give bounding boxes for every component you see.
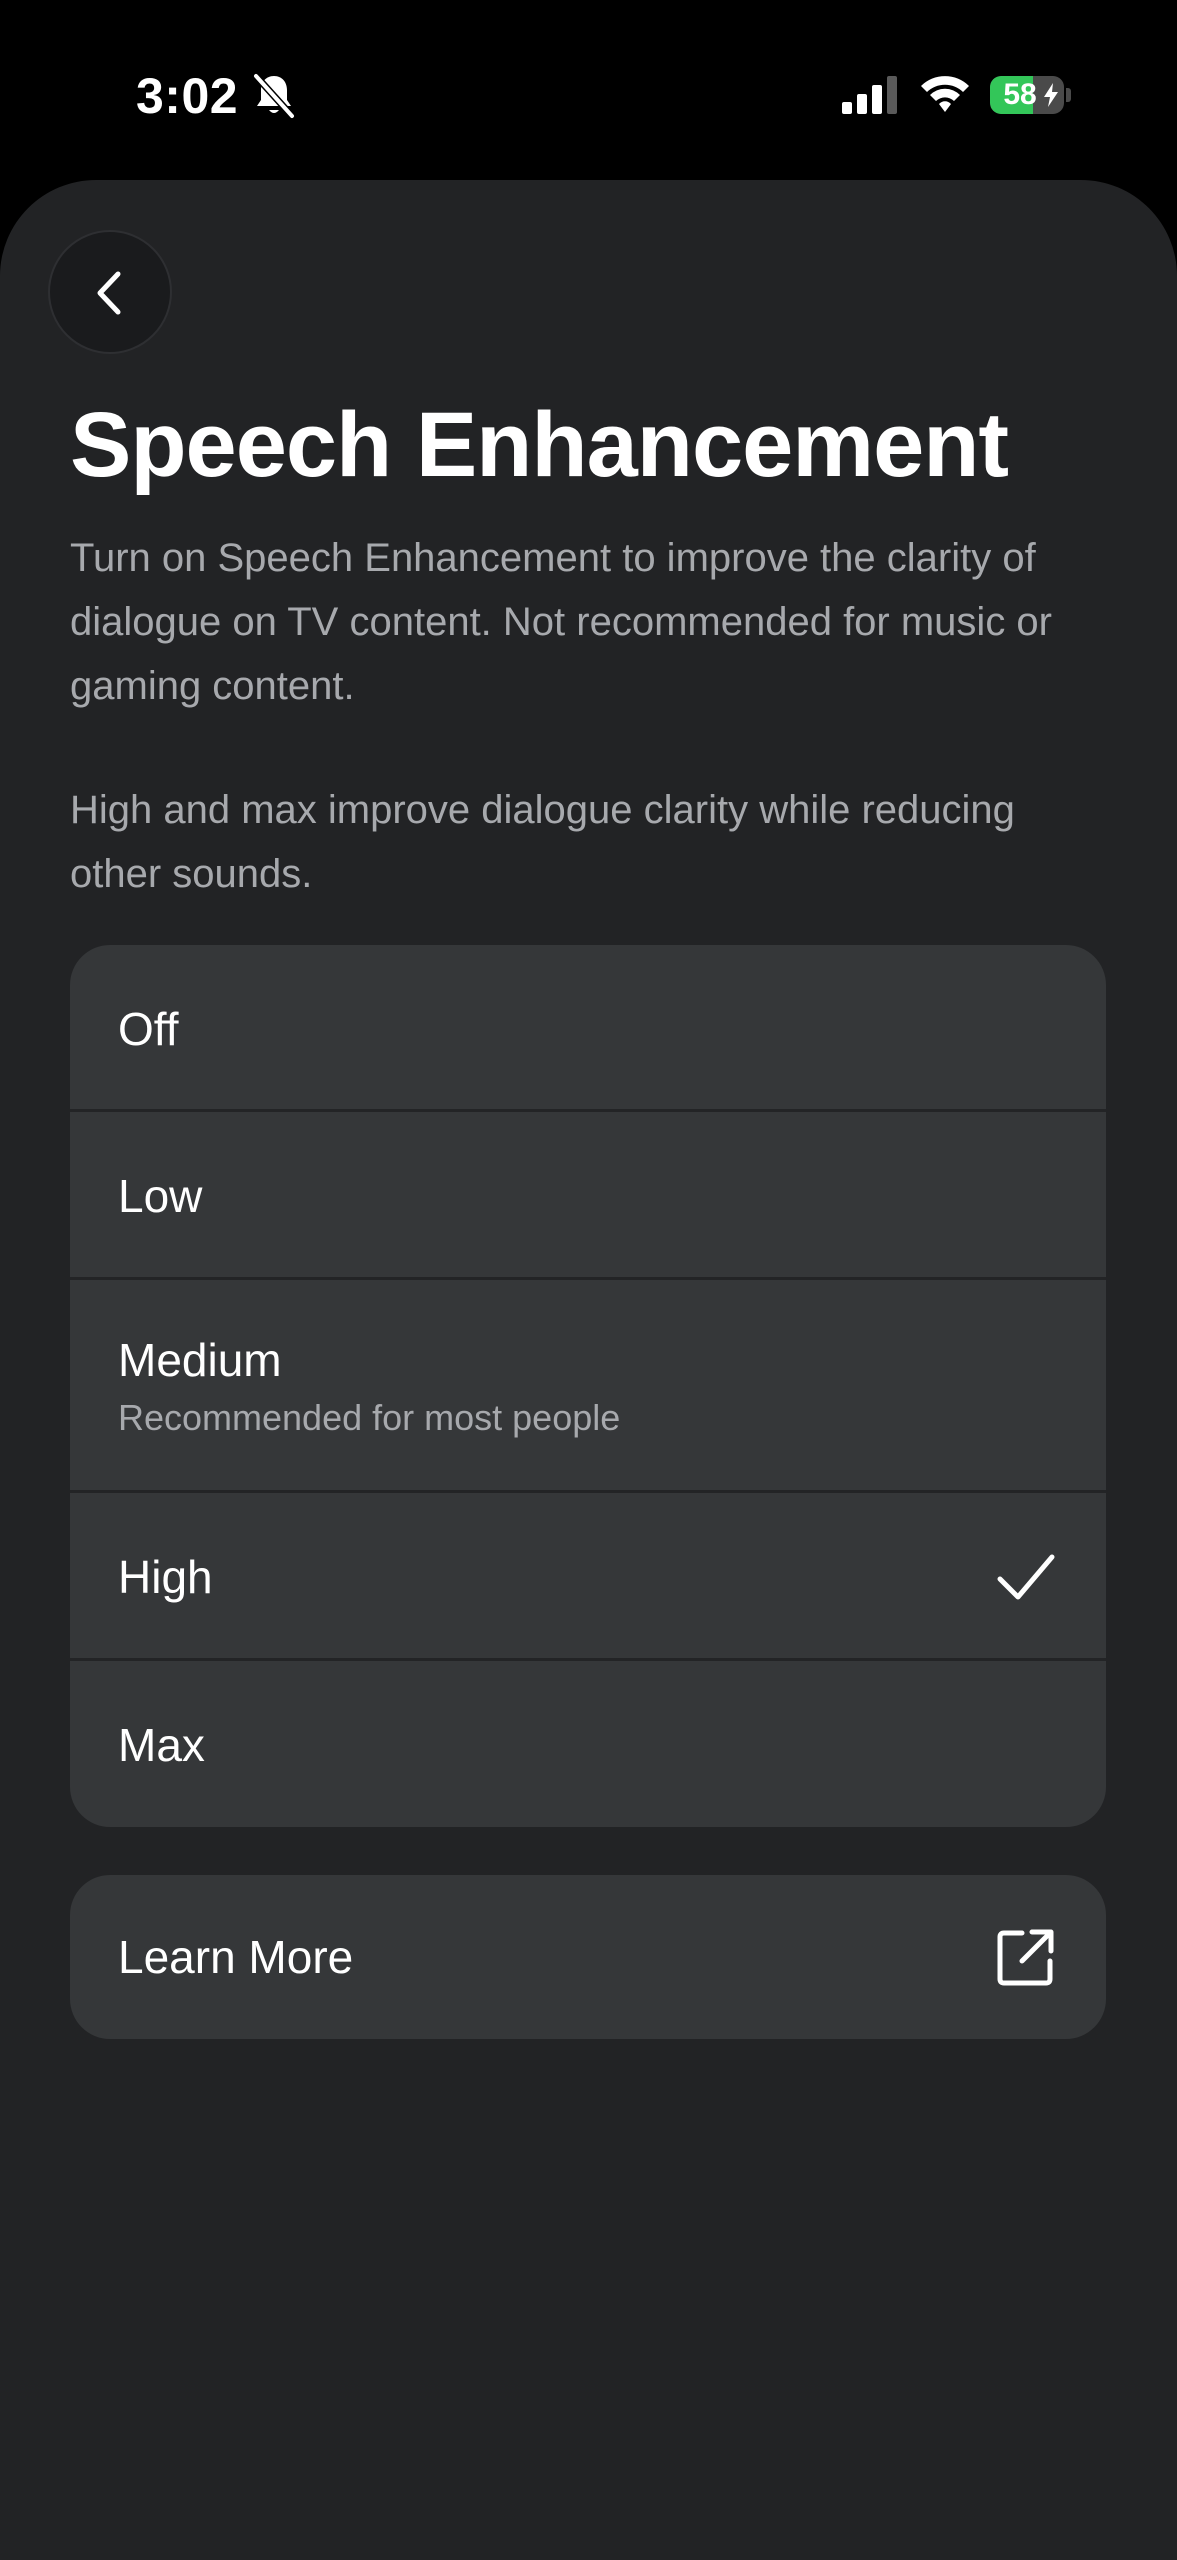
option-low[interactable]: Low <box>70 1112 1106 1280</box>
status-bar: 3:02 58 <box>0 0 1177 180</box>
option-medium[interactable]: Medium Recommended for most people <box>70 1280 1106 1493</box>
option-subtitle: Recommended for most people <box>118 1397 621 1438</box>
cellular-signal-icon <box>842 76 897 114</box>
status-time: 3:02 <box>136 68 239 124</box>
option-label: Low <box>118 1170 203 1222</box>
option-label: Max <box>118 1719 205 1771</box>
page-description-secondary: High and max improve dialogue clarity wh… <box>70 788 1015 896</box>
learn-more-button[interactable]: Learn More <box>70 1875 1106 2039</box>
option-label: High <box>118 1551 213 1603</box>
external-link-icon <box>997 1929 1054 1986</box>
option-off[interactable]: Off <box>70 945 1106 1112</box>
battery-nub <box>1066 88 1071 102</box>
learn-more-label: Learn More <box>118 1931 354 1983</box>
speech-enhancement-options: Off Low Medium Recommended for most peop… <box>70 945 1106 1827</box>
settings-sheet: Speech Enhancement Turn on Speech Enhanc… <box>0 180 1177 2560</box>
chevron-left-icon <box>97 271 121 315</box>
checkmark-icon <box>997 1554 1055 1600</box>
option-high[interactable]: High <box>70 1493 1106 1661</box>
back-button[interactable] <box>48 230 172 354</box>
option-label: Off <box>118 1003 179 1055</box>
page-title: Speech Enhancement <box>70 394 1009 496</box>
charging-bolt-icon <box>1044 83 1058 107</box>
battery-icon: 58 <box>990 76 1071 114</box>
wifi-icon <box>921 76 969 112</box>
bell-slash-icon <box>252 72 296 120</box>
battery-level: 58 <box>1003 78 1037 111</box>
option-max[interactable]: Max <box>70 1661 1106 1827</box>
page-description: Turn on Speech Enhancement to improve th… <box>70 536 1052 708</box>
option-label: Medium <box>118 1334 282 1386</box>
